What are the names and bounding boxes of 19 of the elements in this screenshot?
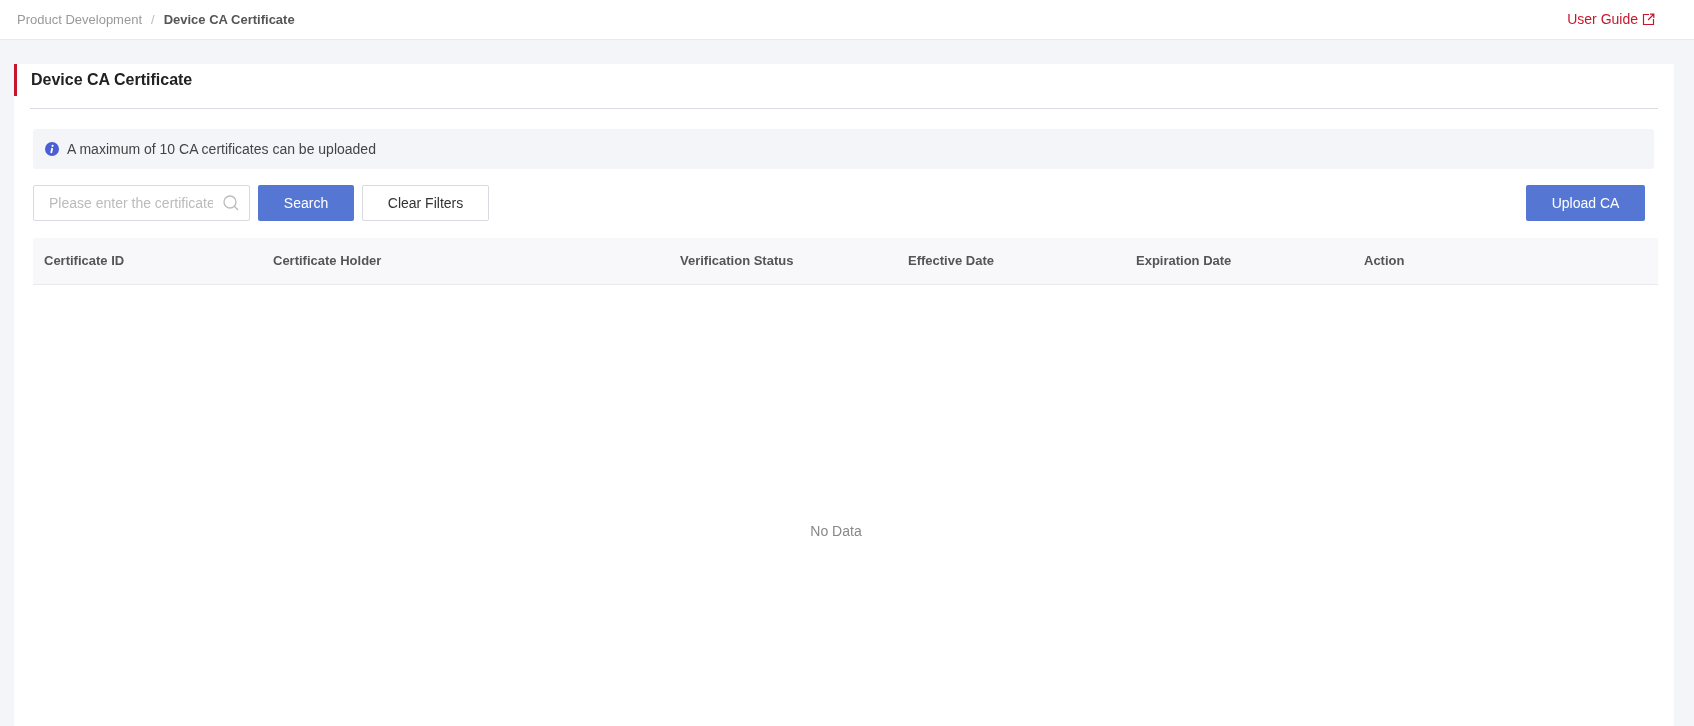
column-header: Expiration Date <box>1135 252 1233 271</box>
column-header: Effective Date <box>907 252 995 271</box>
column-header: Certificate ID <box>43 252 126 271</box>
external-link-icon <box>1642 13 1655 26</box>
info-icon <box>45 142 59 156</box>
search-button[interactable]: Search <box>258 185 354 221</box>
clear-filters-button[interactable]: Clear Filters <box>362 185 489 221</box>
notice-text: A maximum of 10 CA certificates can be uploaded <box>67 139 376 159</box>
breadcrumb-separator: / <box>151 10 155 29</box>
empty-message: No Data <box>810 522 862 541</box>
search-icon <box>223 195 239 211</box>
upload-ca-button[interactable]: Upload CA <box>1526 185 1645 221</box>
breadcrumb-current: Device CA Certificate <box>163 10 295 29</box>
column-header: Verification Status <box>679 252 795 271</box>
user-guide-link[interactable]: User Guide <box>1567 9 1655 30</box>
column-header: Certificate Holder <box>272 252 383 271</box>
column-header: Action <box>1363 252 1406 271</box>
page-title: Device CA Certificate <box>14 64 1658 96</box>
breadcrumb-link[interactable]: Product Development <box>17 9 142 30</box>
